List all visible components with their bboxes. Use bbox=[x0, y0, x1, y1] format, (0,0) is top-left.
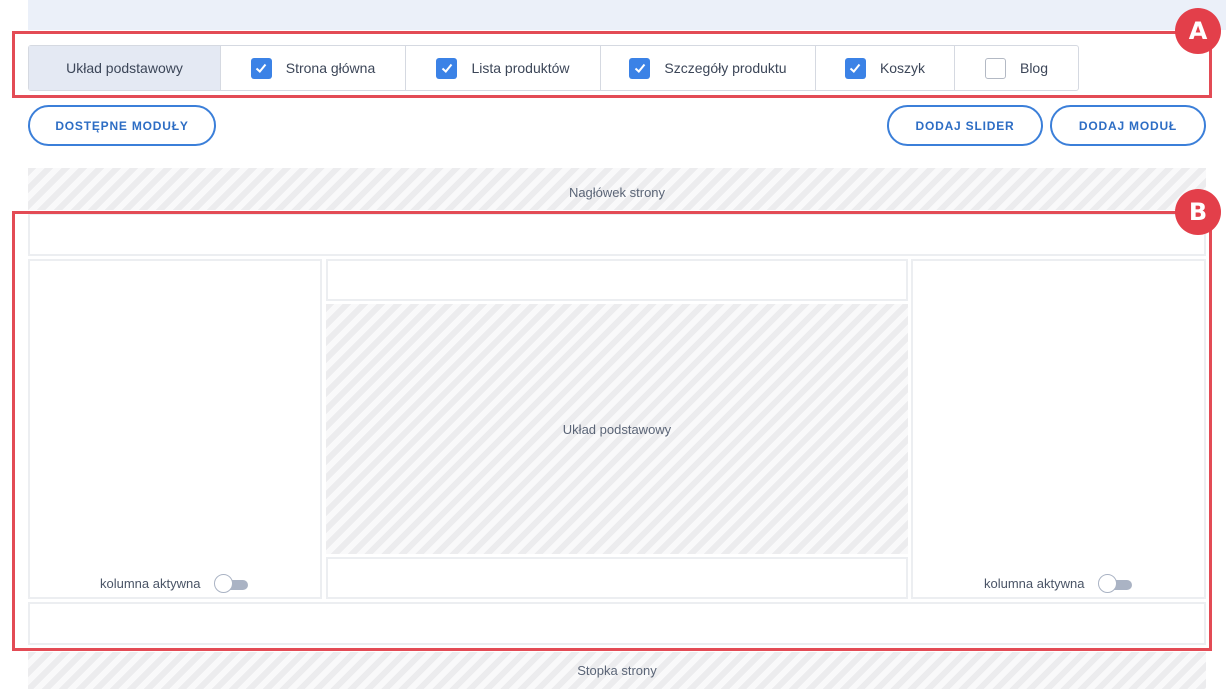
page-footer-zone: Stopka strony bbox=[28, 652, 1206, 689]
annotation-frame-b bbox=[12, 211, 1212, 651]
add-module-button[interactable]: DODAJ MODUŁ bbox=[1050, 105, 1206, 146]
annotation-frame-a bbox=[12, 31, 1212, 98]
add-slider-button[interactable]: DODAJ SLIDER bbox=[887, 105, 1043, 146]
available-modules-button[interactable]: DOSTĘPNE MODUŁY bbox=[28, 105, 216, 146]
page-footer-label: Stopka strony bbox=[577, 663, 657, 678]
page-header-zone: Nagłówek strony bbox=[28, 168, 1206, 210]
annotation-badge-b: B bbox=[1175, 189, 1221, 235]
page-header-label: Nagłówek strony bbox=[568, 184, 666, 200]
top-band bbox=[28, 0, 1226, 30]
annotation-badge-a: A bbox=[1175, 8, 1221, 54]
